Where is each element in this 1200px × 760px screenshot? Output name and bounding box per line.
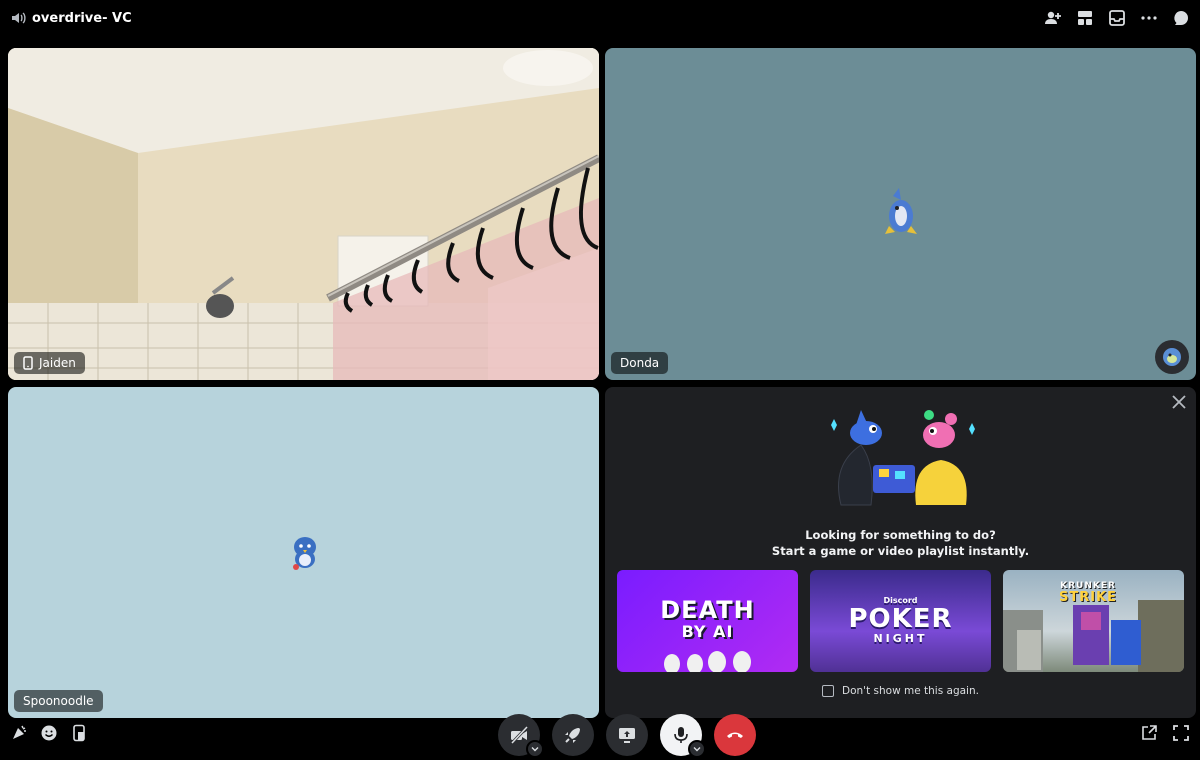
call-controls	[498, 714, 756, 758]
activity-prompt-line2: Start a game or video playlist instantly…	[771, 544, 1030, 558]
activity-prompt: Looking for something to do? Start a gam…	[605, 527, 1196, 559]
fullscreen-icon[interactable]	[1172, 724, 1190, 742]
phone-icon	[23, 356, 33, 370]
chevron-down-icon[interactable]	[526, 740, 544, 758]
screen-share-icon	[617, 725, 637, 745]
activity-prompt-line1: Looking for something to do?	[805, 528, 996, 542]
card-title-line2: BY AI	[681, 622, 734, 641]
microphone-button[interactable]	[660, 714, 706, 758]
disconnect-button[interactable]	[714, 714, 756, 756]
top-bar: overdrive- VC	[0, 0, 1200, 36]
activity-card-poker-night[interactable]: Discord POKER NIGHT	[810, 570, 991, 672]
video-tile-jaiden[interactable]: Jaiden	[8, 48, 599, 380]
chat-icon[interactable]	[1172, 9, 1190, 27]
card-title: DEATH BY AI	[660, 596, 755, 643]
channel-header: overdrive- VC	[10, 10, 132, 26]
dont-show-label: Don't show me this again.	[842, 685, 979, 697]
activity-card-krunker-strike[interactable]: KRUNKER STRIKE	[1003, 570, 1184, 672]
user-avatar-graphic	[288, 533, 322, 577]
card-title-line1: DEATH	[660, 596, 755, 624]
activities-button[interactable]	[552, 714, 594, 756]
avatar	[1155, 340, 1189, 374]
add-user-icon[interactable]	[1044, 9, 1062, 27]
chevron-down-icon[interactable]	[688, 740, 706, 758]
card-mascots-graphic	[664, 651, 751, 672]
device-icon[interactable]	[70, 724, 88, 742]
card-title-line2: NIGHT	[873, 632, 928, 645]
participant-name: Spoonoodle	[23, 694, 94, 708]
channel-name: overdrive- VC	[32, 10, 132, 26]
activity-cards: DEATH BY AI Discord POKER NIGHT KRUNKER …	[617, 570, 1184, 672]
inbox-icon[interactable]	[1108, 9, 1126, 27]
grid-layout-icon[interactable]	[1076, 9, 1094, 27]
dont-show-again-option[interactable]: Don't show me this again.	[605, 685, 1196, 697]
camera-off-icon	[509, 725, 529, 745]
activity-illustration	[821, 405, 981, 521]
video-tile-donda[interactable]: Donda	[605, 48, 1196, 380]
bottom-bar	[0, 714, 1200, 760]
hang-up-icon	[725, 725, 745, 745]
soundboard-icon[interactable]	[10, 724, 28, 742]
dont-show-checkbox[interactable]	[822, 685, 835, 697]
screen-share-button[interactable]	[606, 714, 648, 756]
close-icon[interactable]	[1172, 395, 1186, 409]
emoji-icon[interactable]	[40, 724, 58, 742]
rocket-icon	[563, 725, 583, 745]
video-tile-spoonoodle[interactable]: Spoonoodle	[8, 387, 599, 718]
camera-feed-image	[8, 48, 599, 380]
card-title-line2: STRIKE	[1059, 590, 1118, 605]
user-avatar-graphic	[881, 186, 921, 244]
more-options-icon[interactable]	[1140, 9, 1158, 27]
participant-name-tag: Donda	[611, 352, 669, 374]
camera-toggle-button[interactable]	[498, 714, 544, 758]
participant-name-tag: Jaiden	[14, 352, 85, 374]
activity-card-death-by-ai[interactable]: DEATH BY AI	[617, 570, 798, 672]
speaker-icon	[10, 10, 26, 26]
participant-name: Donda	[620, 356, 660, 370]
card-title-line1: POKER	[848, 604, 953, 634]
card-title: Discord POKER NIGHT	[848, 596, 952, 646]
microphone-icon	[671, 725, 691, 745]
popout-icon[interactable]	[1140, 724, 1158, 742]
participant-name: Jaiden	[39, 356, 76, 370]
participant-name-tag: Spoonoodle	[14, 690, 103, 712]
activity-panel: Looking for something to do? Start a gam…	[605, 387, 1196, 718]
card-title: KRUNKER STRIKE	[1059, 580, 1117, 604]
